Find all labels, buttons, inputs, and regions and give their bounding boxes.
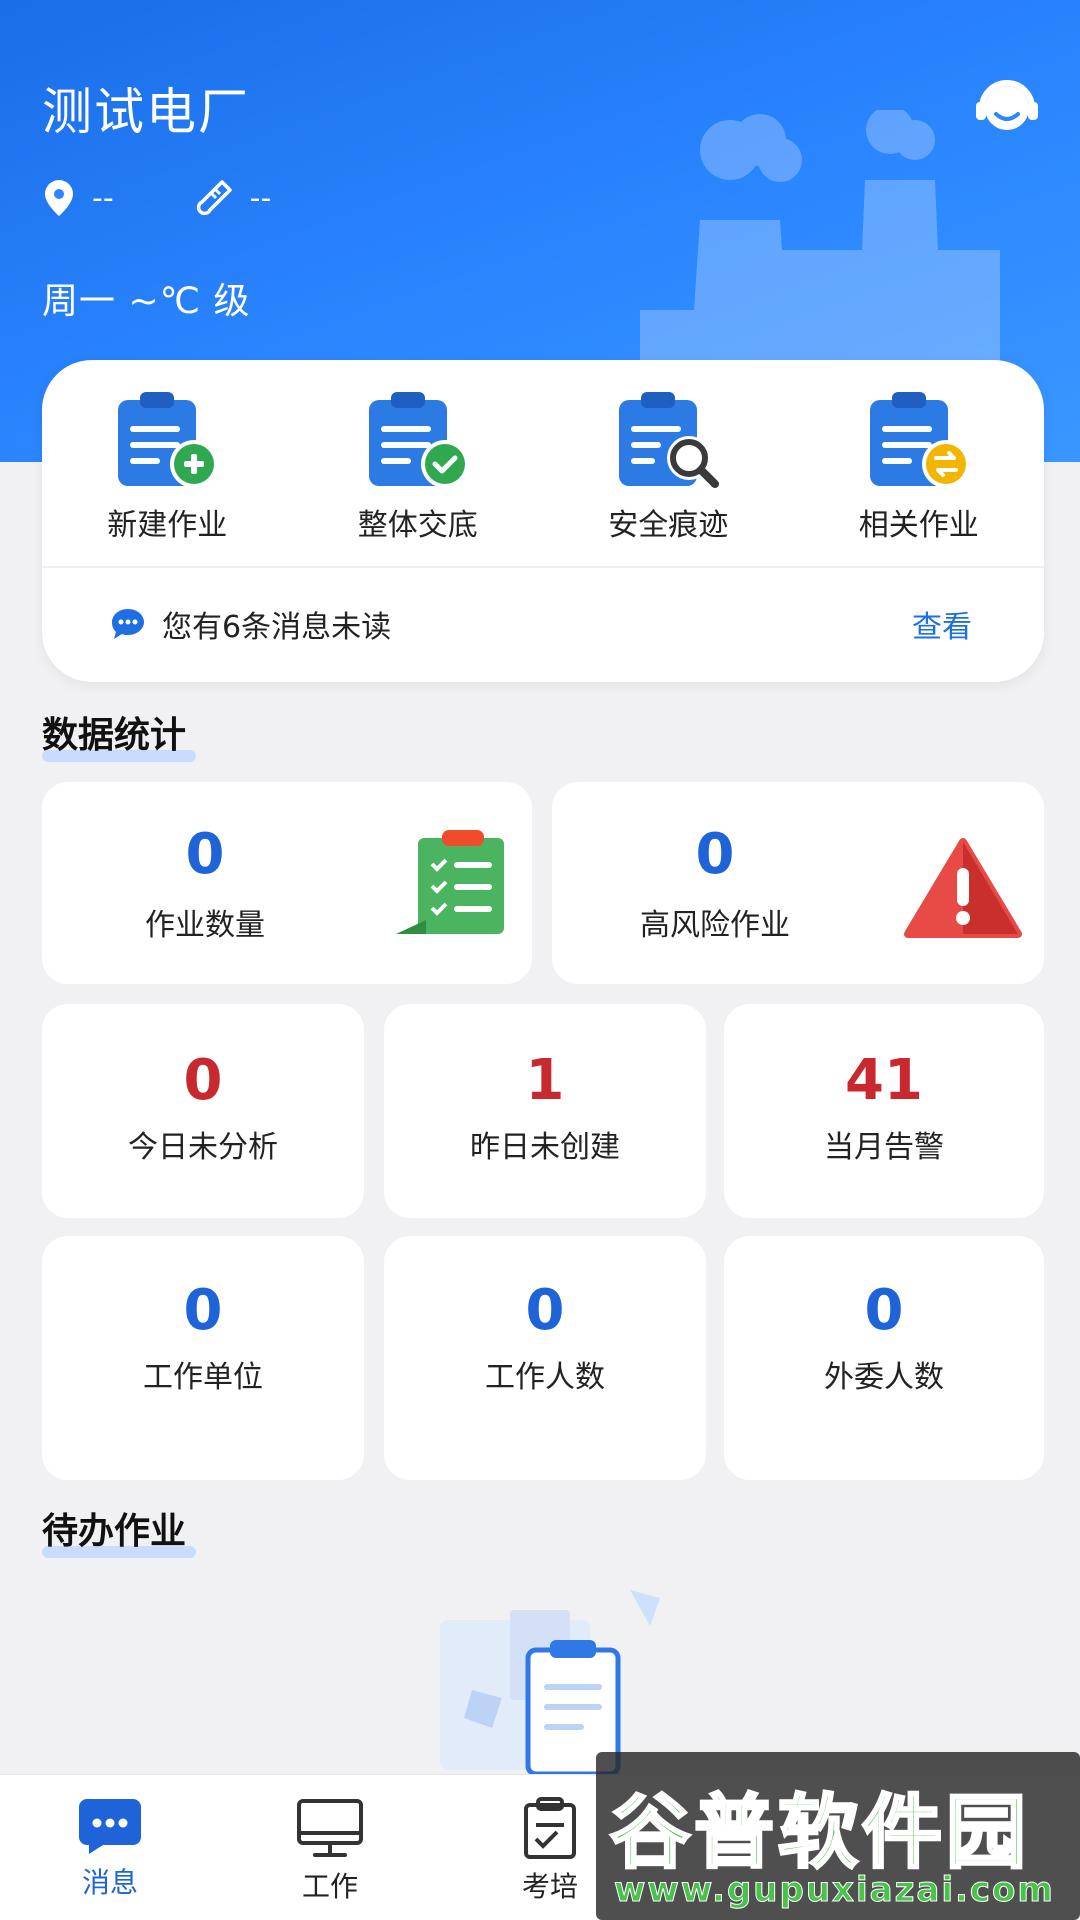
stat-card-monthly-alarms[interactable]: 41 当月告警 — [724, 1004, 1044, 1218]
quick-action-overall-briefing[interactable]: 整体交底 — [293, 360, 544, 566]
checklist-icon — [396, 830, 504, 934]
quick-action-related-jobs[interactable]: 相关作业 — [794, 360, 1045, 566]
stat-label: 工作单位 — [143, 1360, 263, 1395]
empty-state-illustration — [440, 1590, 660, 1774]
stat-card-job-count[interactable]: 0 作业数量 — [42, 782, 532, 984]
stat-value: 0 — [183, 1278, 223, 1343]
quick-action-safety-trace[interactable]: 安全痕迹 — [543, 360, 794, 566]
stat-value: 1 — [525, 1048, 565, 1113]
stat-card-workers[interactable]: 0 工作人数 — [384, 1236, 706, 1480]
clipboard-icon — [524, 1797, 576, 1859]
chat-bubble-icon — [112, 609, 144, 639]
temperature-item: -- — [194, 178, 272, 218]
stat-value: 0 — [183, 1048, 223, 1113]
tab-label: 消息 — [81, 1866, 138, 1899]
stat-label: 今日未分析 — [128, 1130, 278, 1165]
location-value: -- — [92, 180, 114, 216]
customer-service-icon[interactable] — [972, 74, 1042, 138]
info-row: -- -- — [42, 178, 351, 218]
quick-action-label: 安全痕迹 — [608, 508, 729, 543]
quick-action-label: 新建作业 — [107, 508, 228, 543]
clipboard-exchange-icon — [869, 392, 970, 488]
clipboard-search-icon — [619, 392, 720, 488]
unread-messages-row[interactable]: 您有6条消息未读 查看 — [42, 568, 1044, 680]
location-item: -- — [42, 178, 114, 218]
data-stats-title: 数据统计 — [42, 706, 196, 762]
chat-bubble-icon — [79, 1799, 141, 1854]
stat-value: 41 — [845, 1048, 923, 1113]
view-messages-link[interactable]: 查看 — [912, 602, 972, 646]
stat-label: 当月告警 — [824, 1130, 944, 1165]
unread-messages-text: 您有6条消息未读 — [162, 610, 392, 645]
tab-label: 考培 — [521, 1870, 578, 1903]
stat-card-today-unanalyzed[interactable]: 0 今日未分析 — [42, 1004, 364, 1218]
stat-label: 工作人数 — [485, 1360, 605, 1395]
quick-actions-card: 新建作业 整体交底 安全痕迹 相关作业 您有6条消息未读 查看 — [42, 360, 1044, 682]
stat-card-yesterday-uncreated[interactable]: 1 昨日未创建 — [384, 1004, 706, 1218]
clipboard-check-icon — [368, 392, 469, 488]
location-pin-icon — [45, 180, 73, 216]
stat-card-high-risk[interactable]: 0 高风险作业 — [552, 782, 1044, 984]
weather-line: 周一 ~℃ 级 — [42, 281, 251, 322]
stat-value: 0 — [525, 1278, 565, 1343]
clipboard-add-icon — [118, 392, 219, 488]
stat-value: 0 — [185, 822, 225, 887]
tab-work[interactable]: 工作 — [220, 1775, 440, 1920]
warning-triangle-icon — [904, 838, 1022, 938]
stat-card-work-units[interactable]: 0 工作单位 — [42, 1236, 364, 1480]
tab-label: 工作 — [301, 1870, 358, 1903]
stat-label: 作业数量 — [145, 908, 265, 943]
stat-label: 外委人数 — [824, 1360, 944, 1395]
thermometer-icon — [196, 180, 232, 216]
tab-messages[interactable]: 消息 — [0, 1775, 220, 1920]
pending-jobs-title: 待办作业 — [42, 1502, 196, 1558]
stat-value: 0 — [864, 1278, 904, 1343]
quick-actions-row: 新建作业 整体交底 安全痕迹 相关作业 — [42, 360, 1044, 568]
quick-action-label: 相关作业 — [858, 508, 979, 543]
stat-label: 昨日未创建 — [470, 1130, 620, 1165]
stat-label: 高风险作业 — [640, 908, 790, 943]
watermark-url: www.gupuxiazai.com — [614, 1870, 1055, 1911]
site-watermark: 谷普软件园 www.gupuxiazai.com — [596, 1752, 1080, 1920]
temperature-value: -- — [249, 180, 272, 216]
monitor-icon — [297, 1799, 363, 1857]
quick-action-label: 整体交底 — [357, 508, 478, 543]
plant-name: 测试电厂 — [42, 83, 250, 141]
quick-action-new-job[interactable]: 新建作业 — [42, 360, 293, 566]
stat-card-outsourced[interactable]: 0 外委人数 — [724, 1236, 1044, 1480]
factory-illustration — [640, 110, 1000, 370]
stat-value: 0 — [695, 822, 735, 887]
watermark-name: 谷普软件园 — [609, 1785, 1030, 1881]
